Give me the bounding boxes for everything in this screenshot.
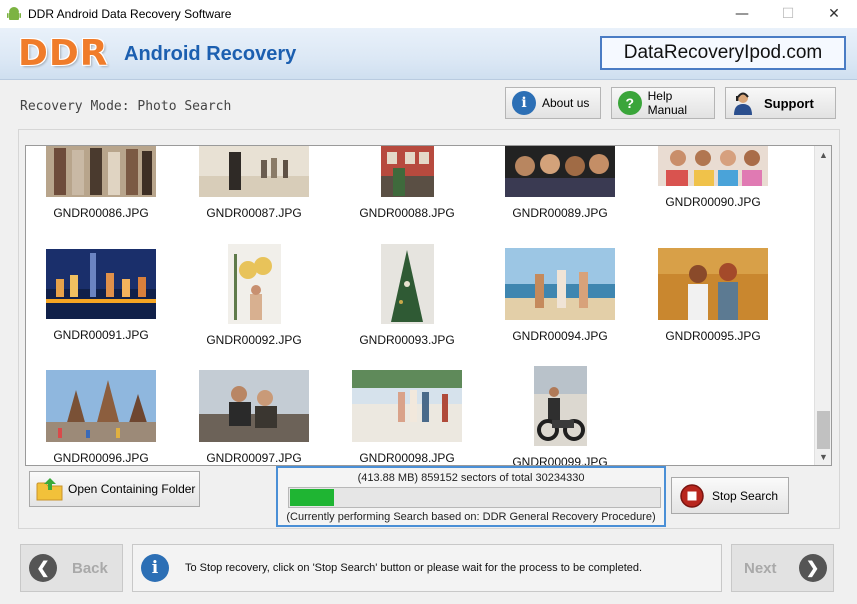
android-app-icon [7,7,21,20]
product-name: Android Recovery [124,43,297,65]
info-icon: i [512,91,536,115]
photo-thumbnail [533,366,587,446]
gallery-item[interactable]: GNDR00097.JPG [179,370,329,465]
photo-filename: GNDR00092.JPG [206,333,302,347]
gallery-item[interactable]: GNDR00091.JPG [26,249,176,342]
gallery-item[interactable]: GNDR00095.JPG [638,248,788,343]
procedure-status: (Currently performing Search based on: D… [286,511,656,523]
info-message: To Stop recovery, click on 'Stop Search'… [185,562,643,574]
photo-filename: GNDR00099.JPG [512,455,608,466]
gallery-scrollbar[interactable]: ▲ ▼ [814,146,831,465]
back-button[interactable]: ❮ Back [20,544,123,592]
photo-filename: GNDR00095.JPG [665,329,761,343]
photo-filename: GNDR00087.JPG [206,206,302,220]
photo-thumbnail [658,248,768,320]
photo-filename: GNDR00096.JPG [53,451,149,465]
stop-icon [680,483,704,508]
folder-icon [36,478,63,501]
photo-thumbnail [380,146,434,197]
next-arrow-icon: ❯ [798,554,827,582]
photo-filename: GNDR00088.JPG [359,206,455,220]
stop-search-button[interactable]: Stop Search [671,477,789,514]
about-us-button[interactable]: i About us [505,87,601,119]
gallery-item[interactable]: GNDR00092.JPG [179,244,329,347]
photo-thumbnail [505,248,615,320]
photo-thumbnail [352,370,462,442]
help-manual-label: Help Manual [647,89,687,117]
photo-thumbnail [199,370,309,442]
gallery-item[interactable]: GNDR00088.JPG [332,146,482,220]
scroll-down-icon[interactable]: ▼ [815,448,831,465]
about-us-label: About us [542,96,590,110]
ddr-logo: DDR [18,33,109,74]
photo-filename: GNDR00097.JPG [206,451,302,465]
progress-bar-fill [290,489,334,506]
photo-filename: GNDR00093.JPG [359,333,455,347]
support-label: Support [764,95,814,111]
search-progress-panel: (413.88 MB) 859152 sectors of total 3023… [276,466,666,527]
open-folder-label: Open Containing Folder [68,482,196,496]
info-message-bar: i To Stop recovery, click on 'Stop Searc… [132,544,722,592]
gallery-item[interactable]: GNDR00096.JPG [26,370,176,465]
gallery-item[interactable]: GNDR00086.JPG [26,146,176,220]
support-person-icon [734,92,752,115]
next-button[interactable]: Next ❯ [731,544,834,592]
info-icon: i [141,554,169,582]
photo-filename: GNDR00090.JPG [665,195,761,209]
photo-filename: GNDR00089.JPG [512,206,608,220]
scroll-up-icon[interactable]: ▲ [815,146,831,163]
header-banner: DDR Android Recovery DataRecoveryIpod.co… [0,28,857,80]
gallery-item[interactable]: GNDR00098.JPG [332,370,482,465]
back-label: Back [72,559,108,577]
gallery-item[interactable]: GNDR00087.JPG [179,146,329,220]
photo-filename: GNDR00094.JPG [512,329,608,343]
progress-bar [288,487,661,508]
support-button[interactable]: Support [725,87,836,119]
photo-thumbnail [658,146,768,186]
gallery-item[interactable]: GNDR00094.JPG [485,248,635,343]
help-icon: ? [618,91,642,115]
maximize-button[interactable]: ☐ [765,0,811,28]
window-title: DDR Android Data Recovery Software [28,7,232,21]
close-button[interactable]: ✕ [811,0,857,28]
minimize-button[interactable]: — [719,0,765,28]
gallery-item[interactable]: GNDR00099.JPG [485,366,635,466]
gallery-item[interactable]: GNDR00090.JPG [638,146,788,209]
footer-bar: ❮ Back i To Stop recovery, click on 'Sto… [0,535,857,604]
photo-thumbnail [199,146,309,197]
photo-gallery[interactable]: GNDR00086.JPG GNDR00087.JPG GNDR00088.JP… [25,145,832,466]
open-containing-folder-button[interactable]: Open Containing Folder [29,471,200,507]
photo-filename: GNDR00086.JPG [53,206,149,220]
scrollbar-thumb[interactable] [817,411,830,449]
sectors-status: (413.88 MB) 859152 sectors of total 3023… [357,472,585,484]
gallery-item[interactable]: GNDR00093.JPG [332,244,482,347]
stop-search-label: Stop Search [712,488,779,503]
gallery-item[interactable]: GNDR00089.JPG [485,146,635,220]
photo-filename: GNDR00091.JPG [53,328,149,342]
photo-filename: GNDR00098.JPG [359,451,455,465]
photo-thumbnail [380,244,434,324]
photo-thumbnail [46,370,156,442]
next-label: Next [744,559,777,577]
photo-thumbnail [227,244,281,324]
photo-thumbnail [505,146,615,197]
website-link[interactable]: DataRecoveryIpod.com [600,36,846,70]
title-bar: DDR Android Data Recovery Software — ☐ ✕ [0,0,857,28]
help-manual-button[interactable]: ? Help Manual [611,87,715,119]
recovery-mode-label: Recovery Mode: Photo Search [20,99,232,114]
mode-bar: Recovery Mode: Photo Search i About us ?… [0,80,857,128]
photo-thumbnail [46,146,156,197]
photo-thumbnail [46,249,156,319]
window-controls: — ☐ ✕ [719,0,857,28]
back-arrow-icon: ❮ [29,554,57,582]
